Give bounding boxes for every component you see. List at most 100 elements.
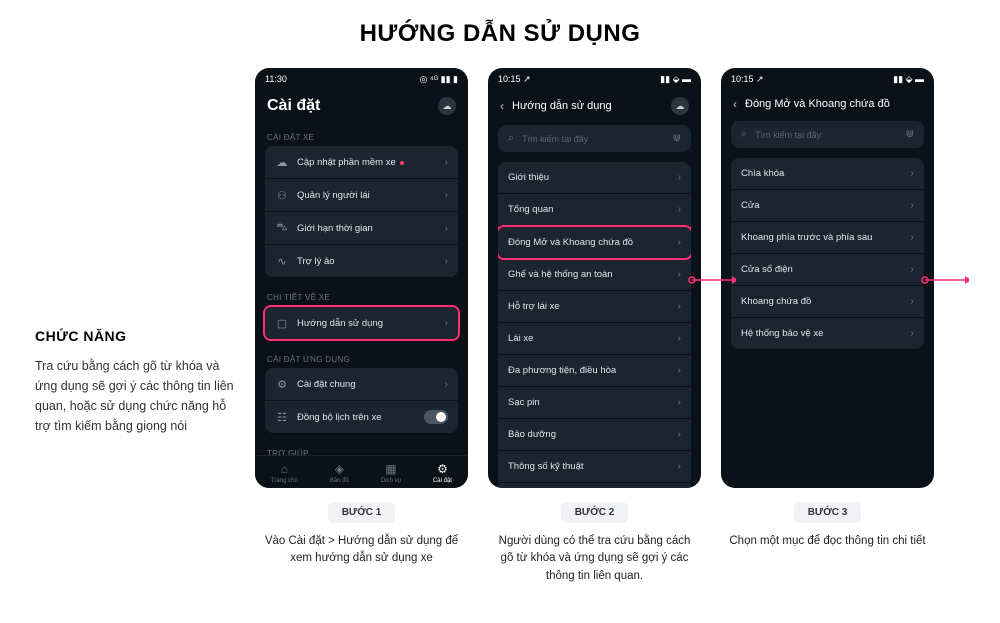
list-label: Bảo dưỡng xyxy=(508,429,556,440)
avatar-icon[interactable]: ☁ xyxy=(671,97,689,115)
back-icon[interactable]: ‹ xyxy=(500,99,504,113)
search-box[interactable]: ⌕ Tìm kiếm tại đây ⋓ xyxy=(498,125,691,152)
mic-icon[interactable]: ⋓ xyxy=(906,129,914,140)
phone-subheader: ‹ Đóng Mở và Khoang chứa đồ xyxy=(721,91,934,121)
row-driver[interactable]: ⚇Quản lý người lái› xyxy=(265,179,458,212)
phone-1-column: 11:30 ◎ ⁴ᴳ ▮▮ ▮ Cài đặt ☁ CÀI ĐẶT XE ☁Cậ… xyxy=(255,68,468,568)
phone-1: 11:30 ◎ ⁴ᴳ ▮▮ ▮ Cài đặt ☁ CÀI ĐẶT XE ☁Cậ… xyxy=(255,68,468,488)
row-user-guide[interactable]: ▢Hướng dẫn sử dụng› xyxy=(265,307,458,339)
chevron-right-icon: › xyxy=(678,365,681,376)
list-item[interactable]: Sạc pin› xyxy=(498,387,691,419)
chevron-right-icon: › xyxy=(678,269,681,280)
row-update[interactable]: ☁Cập nhật phần mềm xe› xyxy=(265,146,458,179)
list-label: Đóng Mở và Khoang chứa đồ xyxy=(508,237,633,248)
chevron-right-icon: › xyxy=(678,301,681,312)
phone-header: Cài đặt ☁ xyxy=(255,91,468,125)
step-desc-1: Vào Cài đặt > Hướng dẫn sử dụng để xem h… xyxy=(262,533,462,568)
search-icon: ⌕ xyxy=(741,128,747,141)
pin-icon: ◈ xyxy=(335,462,344,476)
search-box[interactable]: ⌕ Tìm kiếm tại đây ⋓ xyxy=(731,121,924,148)
section-label: CHI TIẾT VỀ XE xyxy=(255,285,468,306)
phones-row: 11:30 ◎ ⁴ᴳ ▮▮ ▮ Cài đặt ☁ CÀI ĐẶT XE ☁Cậ… xyxy=(255,68,965,585)
row-label: Cài đặt chung xyxy=(297,379,356,390)
section-label: CÀI ĐẶT XE xyxy=(255,125,468,146)
settings-card-3: ⚙ Cài đặt chung › ☷Đồng bộ lịch trên xe xyxy=(265,368,458,433)
list-item[interactable]: Bảo dưỡng › xyxy=(498,419,691,451)
list-item[interactable]: Chìa khóa› xyxy=(731,158,924,190)
slider-icon: ⚙ xyxy=(275,377,289,391)
list-item[interactable]: Tổng quan› xyxy=(498,194,691,226)
home-icon: ⌂ xyxy=(281,462,288,476)
list-item[interactable]: Giới thiệu› xyxy=(498,162,691,194)
chevron-right-icon: › xyxy=(445,379,448,390)
calendar-icon: ☷ xyxy=(275,410,289,424)
list-label: Lái xe xyxy=(508,333,533,344)
nav-settings[interactable]: ⚙Cài đặt xyxy=(433,462,452,484)
nav-services[interactable]: ▦Dịch vụ xyxy=(381,462,401,484)
row-assistant[interactable]: ∿Trợ lý ảo› xyxy=(265,245,458,277)
status-bar: 10:15 ↗ ▮▮ ⬙ ▬ xyxy=(488,68,701,91)
nav-label: Dịch vụ xyxy=(381,478,401,484)
nav-home[interactable]: ⌂Trang chủ xyxy=(271,462,298,484)
list-label: Ghế và hệ thống an toàn xyxy=(508,269,613,280)
mic-icon[interactable]: ⋓ xyxy=(673,133,681,144)
list-item[interactable]: Cửa› xyxy=(731,190,924,222)
wave-icon: ∿ xyxy=(275,254,289,268)
highlight-box: ▢Hướng dẫn sử dụng› xyxy=(263,305,460,341)
chevron-right-icon: › xyxy=(911,264,914,275)
chevron-right-icon: › xyxy=(678,204,681,215)
phone-2-column: 10:15 ↗ ▮▮ ⬙ ▬ ‹ Hướng dẫn sử dụng ☁ ⌕ T… xyxy=(488,68,701,585)
chevron-right-icon: › xyxy=(678,237,681,248)
step-desc-2: Người dùng có thể tra cứu bằng cách gõ t… xyxy=(495,533,695,585)
cloud-icon: ☁ xyxy=(275,155,289,169)
chevron-right-icon: › xyxy=(678,333,681,344)
chevron-right-icon: › xyxy=(445,157,448,168)
list-item[interactable]: Hệ thống bảo vệ xe › xyxy=(731,318,924,349)
list-card: Giới thiệu›Tổng quan›Đóng Mở và Khoang c… xyxy=(498,162,691,488)
function-panel: CHỨC NĂNG Tra cứu bằng cách gõ từ khóa v… xyxy=(35,328,235,436)
status-bar: 10:15 ↗ ▮▮ ⬙ ▬ xyxy=(721,68,934,91)
search-icon: ⌕ xyxy=(508,132,514,145)
list-item[interactable]: Ghế và hệ thống an toàn › xyxy=(498,259,691,291)
list-label: Giới thiệu xyxy=(508,172,549,183)
list-item[interactable]: Hỗ trợ về xe› xyxy=(498,483,691,488)
notification-dot-icon xyxy=(400,161,404,165)
phone-3-column: 10:15 ↗ ▮▮ ⬙ ▬ ‹ Đóng Mở và Khoang chứa … xyxy=(721,68,934,550)
step-desc-3: Chọn một mục để đọc thông tin chi tiết xyxy=(729,533,925,550)
status-bar: 11:30 ◎ ⁴ᴳ ▮▮ ▮ xyxy=(255,68,468,91)
settings-card-1: ☁Cập nhật phần mềm xe› ⚇Quản lý người lá… xyxy=(265,146,458,277)
phone-subheader: ‹ Hướng dẫn sử dụng ☁ xyxy=(488,91,701,125)
chevron-right-icon: › xyxy=(678,429,681,440)
phone-3: 10:15 ↗ ▮▮ ⬙ ▬ ‹ Đóng Mở và Khoang chứa … xyxy=(721,68,934,488)
avatar-icon[interactable]: ☁ xyxy=(438,97,456,115)
row-general[interactable]: ⚙ Cài đặt chung › xyxy=(265,368,458,401)
nav-map[interactable]: ◈Bản đồ xyxy=(330,462,349,484)
toggle-switch[interactable] xyxy=(424,410,448,424)
list-item[interactable]: Cửa sổ điện › xyxy=(731,254,924,286)
list-item[interactable]: Đa phương tiện, điều hòa › xyxy=(498,355,691,387)
guide-list: Giới thiệu›Tổng quan›Đóng Mở và Khoang c… xyxy=(488,162,701,488)
status-time: 10:15 ↗ xyxy=(731,74,764,85)
search-placeholder: Tìm kiếm tại đây xyxy=(522,134,664,144)
list-label: Đa phương tiện, điều hòa xyxy=(508,365,616,376)
list-item[interactable]: Đóng Mở và Khoang chứa đồ › xyxy=(498,225,691,260)
chevron-right-icon: › xyxy=(911,328,914,339)
list-label: Hỗ trợ lái xe xyxy=(508,301,560,312)
row-label: Hướng dẫn sử dụng xyxy=(297,318,383,329)
step-badge-1: BƯỚC 1 xyxy=(328,502,396,523)
screen-title: Đóng Mở và Khoang chứa đồ xyxy=(745,98,890,110)
chevron-right-icon: › xyxy=(445,223,448,234)
list-item[interactable]: Hỗ trợ lái xe › xyxy=(498,291,691,323)
section-label: CÀI ĐẶT ỨNG DỤNG xyxy=(255,347,468,368)
back-icon[interactable]: ‹ xyxy=(733,97,737,111)
list-item[interactable]: Khoang chứa đồ› xyxy=(731,286,924,318)
list-item[interactable]: Khoang phía trước và phía sau› xyxy=(731,222,924,254)
row-label: Giới hạn thời gian xyxy=(297,223,373,234)
list-label: Hệ thống bảo vệ xe xyxy=(741,328,823,339)
list-item[interactable]: Lái xe › xyxy=(498,323,691,355)
list-item[interactable]: Thông số kỹ thuật› xyxy=(498,451,691,483)
list-label: Cửa sổ điện xyxy=(741,264,793,275)
row-calendar-sync[interactable]: ☷Đồng bộ lịch trên xe xyxy=(265,401,458,433)
row-time-limit[interactable]: ⛍Giới hạn thời gian› xyxy=(265,212,458,245)
chevron-right-icon: › xyxy=(911,168,914,179)
